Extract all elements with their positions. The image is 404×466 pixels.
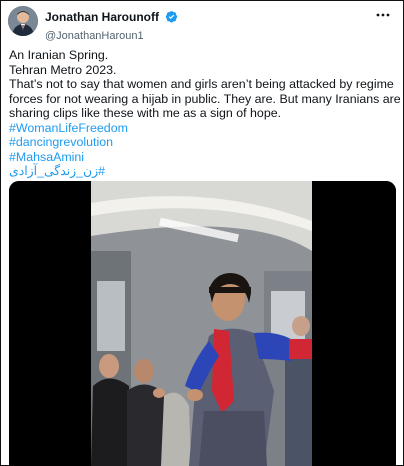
- tweet-line-2: Tehran Metro 2023.: [9, 62, 117, 77]
- author-names: Jonathan Harounoff @JonathanHaroun1: [45, 8, 178, 43]
- profile-photo-icon: [8, 6, 38, 36]
- tweet-header: Jonathan Harounoff @JonathanHaroun1: [7, 6, 397, 43]
- video-player[interactable]: [9, 181, 396, 466]
- avatar[interactable]: [8, 6, 38, 36]
- video-thumbnail-icon: [9, 181, 396, 466]
- tweet-line-1: An Iranian Spring.: [9, 48, 109, 62]
- tweet-text: An Iranian Spring. Tehran Metro 2023. Th…: [9, 48, 401, 179]
- tweet-line-3: That’s not to say that women and girls a…: [9, 77, 401, 120]
- hashtag-mahsaamini[interactable]: #MahsaAmini: [9, 150, 401, 165]
- hashtag-dancingrevolution[interactable]: #dancingrevolution: [9, 135, 401, 150]
- verified-badge-icon: [165, 10, 178, 28]
- hashtag-persian[interactable]: #زن_زندگی_آزادی: [9, 164, 401, 179]
- more-horizontal-icon[interactable]: [375, 8, 391, 20]
- author-display-name[interactable]: Jonathan Harounoff: [45, 10, 159, 24]
- hashtag-womanlifefreedom[interactable]: #WomanLifeFreedom: [9, 121, 401, 136]
- tweet-card: Jonathan Harounoff @JonathanHaroun1 An I…: [0, 0, 404, 466]
- author-handle[interactable]: @JonathanHaroun1: [45, 30, 178, 43]
